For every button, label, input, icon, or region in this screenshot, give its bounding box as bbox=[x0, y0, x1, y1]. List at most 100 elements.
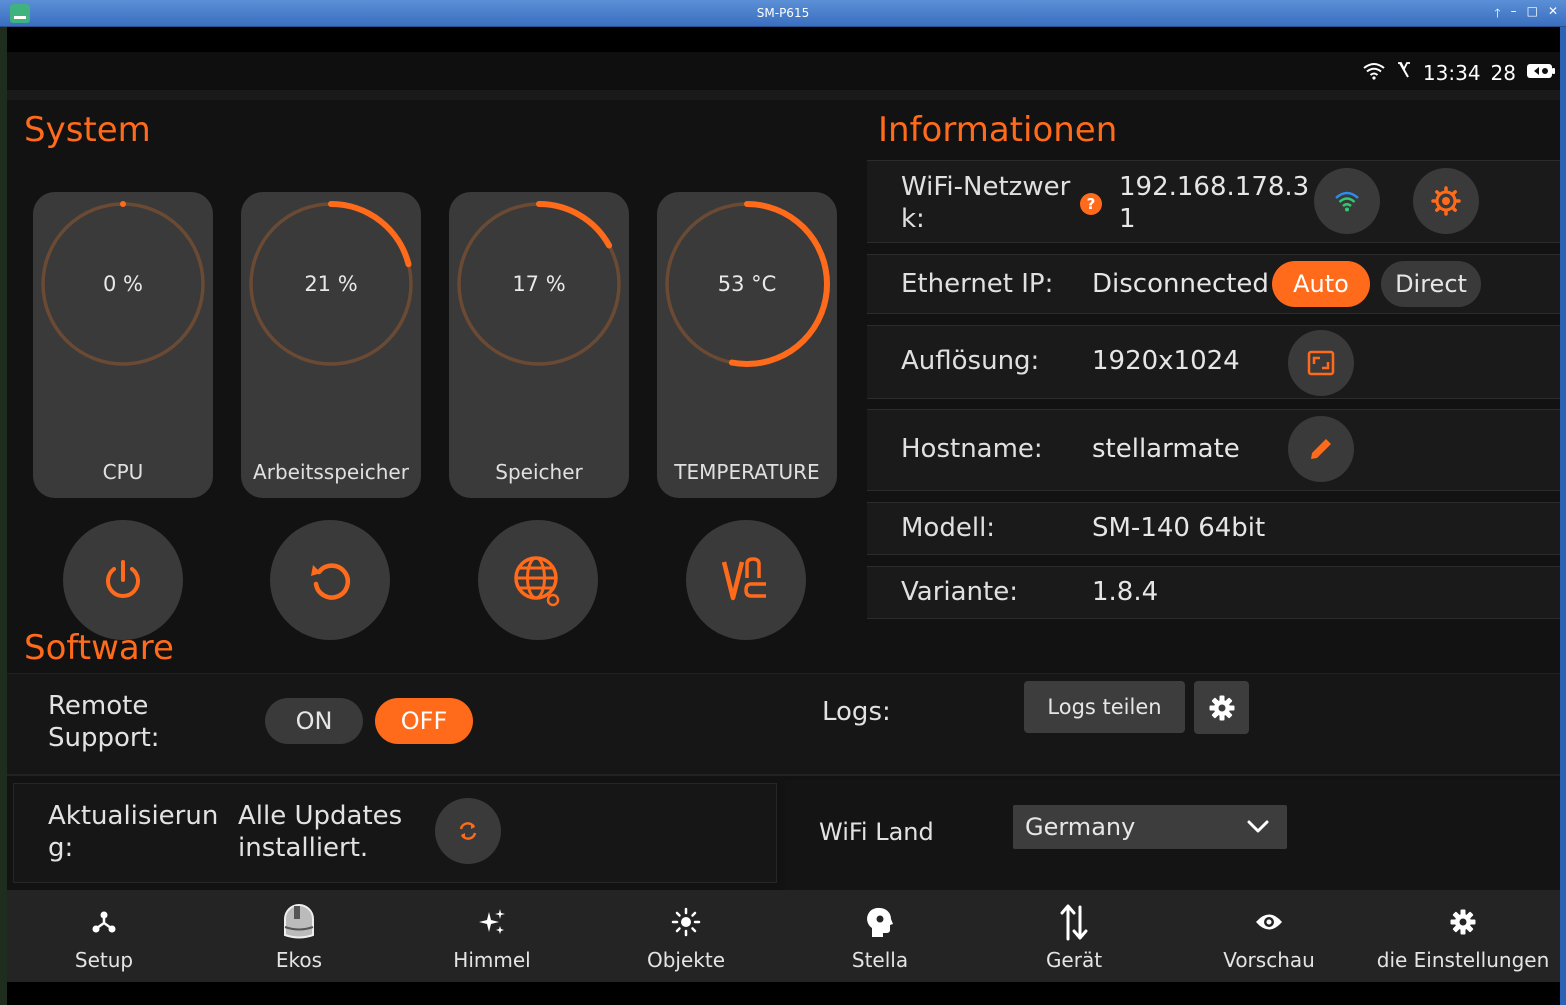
chevron-down-icon bbox=[1247, 820, 1269, 833]
objects-icon bbox=[671, 907, 701, 937]
wifi-country-value: Germany bbox=[1025, 813, 1136, 841]
pencil-icon bbox=[1311, 439, 1331, 459]
nav-sky[interactable]: Himmel bbox=[395, 890, 589, 982]
ethernet-direct-button[interactable]: Direct bbox=[1381, 261, 1481, 307]
cpu-value: 0 % bbox=[103, 272, 143, 296]
gauge-cpu: 0 % CPU bbox=[33, 192, 213, 498]
memory-label: Arbeitsspeicher bbox=[253, 460, 409, 484]
remote-on-button[interactable]: ON bbox=[265, 698, 363, 744]
window-frame-left bbox=[0, 27, 7, 1005]
remote-off-button[interactable]: OFF bbox=[375, 698, 473, 744]
update-label: Aktualisierun g: bbox=[48, 801, 219, 863]
hostname-label: Hostname: bbox=[901, 434, 1043, 464]
nav-stella[interactable]: Stella bbox=[783, 890, 977, 982]
wifi-signal-button[interactable] bbox=[1314, 168, 1380, 234]
storage-value: 17 % bbox=[512, 272, 566, 296]
hostname-row: Hostname: stellarmate bbox=[867, 409, 1560, 491]
resolution-row: Auflösung: 1920x1024 bbox=[867, 325, 1560, 399]
vnc-icon bbox=[721, 557, 766, 601]
refresh-icon bbox=[459, 822, 477, 840]
update-status: Alle Updates installiert. bbox=[238, 801, 403, 863]
dashboard: System 0 % CPU 21 % Arbeitsspeicher 17 %… bbox=[7, 100, 1560, 890]
status-separator bbox=[7, 90, 1560, 100]
vnc-button[interactable] bbox=[686, 520, 806, 640]
storage-label: Speicher bbox=[495, 460, 583, 484]
temperature-label: TEMPERATURE bbox=[674, 460, 820, 484]
nav-device-label: Gerät bbox=[1045, 948, 1103, 972]
info-title: Informationen bbox=[878, 110, 1118, 150]
status-bar: 13:34 28 bbox=[7, 52, 1560, 90]
window-titlebar: SM-P615 🡑 – □ ✕ bbox=[0, 0, 1566, 27]
wifi-status-icon bbox=[1363, 61, 1385, 85]
nav-settings-label: die Einstellungen bbox=[1376, 948, 1550, 972]
wifi-country-select[interactable]: Germany bbox=[1013, 805, 1287, 849]
variant-row: Variante: 1.8.4 bbox=[867, 566, 1560, 619]
device-screen: 13:34 28 System 0 % CPU 21 % Arbeitsspei… bbox=[7, 27, 1560, 1005]
power-button[interactable] bbox=[63, 520, 183, 640]
nav-device[interactable]: Gerät bbox=[977, 890, 1171, 982]
power-icon bbox=[106, 560, 140, 598]
share-logs-button[interactable]: Logs teilen bbox=[1024, 681, 1185, 733]
settings-icon bbox=[1450, 909, 1476, 935]
web-manager-button[interactable] bbox=[478, 520, 598, 640]
memory-value: 21 % bbox=[304, 272, 358, 296]
hostname-edit-button[interactable] bbox=[1288, 416, 1354, 482]
nav-ekos[interactable]: Ekos bbox=[202, 890, 396, 982]
battery-level: 28 bbox=[1490, 60, 1516, 85]
window-pin-button[interactable]: 🡑 bbox=[1494, 4, 1500, 25]
ethernet-row: Ethernet IP: Disconnected Auto Direct bbox=[867, 254, 1560, 314]
ekos-icon bbox=[284, 904, 314, 939]
nav-preview[interactable]: Vorschau bbox=[1172, 890, 1366, 982]
window-maximize-button[interactable]: □ bbox=[1527, 4, 1538, 25]
variant-label: Variante: bbox=[901, 577, 1018, 607]
clock: 13:34 bbox=[1422, 60, 1481, 85]
logs-label: Logs: bbox=[822, 697, 891, 727]
gear-icon bbox=[1209, 695, 1234, 720]
resize-icon bbox=[1307, 350, 1335, 376]
top-black-bar bbox=[7, 27, 1560, 52]
nav-setup[interactable]: Setup bbox=[7, 890, 201, 982]
restart-button[interactable] bbox=[270, 520, 390, 640]
nav-settings[interactable]: die Einstellungen bbox=[1366, 890, 1560, 982]
logs-settings-button[interactable] bbox=[1194, 681, 1249, 734]
window-minimize-button[interactable]: – bbox=[1511, 4, 1517, 25]
wifi-ip-value: 192.168.178.3 1 bbox=[1119, 172, 1310, 234]
cpu-label: CPU bbox=[102, 460, 144, 484]
nav-preview-label: Vorschau bbox=[1223, 948, 1315, 972]
resolution-button[interactable] bbox=[1288, 330, 1354, 396]
preview-icon bbox=[1256, 914, 1282, 930]
brightness-gear-icon bbox=[1431, 186, 1461, 216]
nav-setup-label: Setup bbox=[74, 948, 134, 972]
restart-icon bbox=[311, 563, 351, 600]
gauge-memory: 21 % Arbeitsspeicher bbox=[241, 192, 421, 498]
setup-icon bbox=[92, 911, 116, 933]
sky-icon bbox=[479, 909, 505, 934]
nav-stella-label: Stella bbox=[851, 948, 909, 972]
resolution-label: Auflösung: bbox=[901, 346, 1040, 376]
stella-icon bbox=[867, 907, 893, 937]
wifi-label: WiFi-Netzwer k: bbox=[901, 172, 1071, 234]
ethernet-auto-button[interactable]: Auto bbox=[1272, 261, 1370, 307]
window-controls: 🡑 – □ ✕ bbox=[1494, 4, 1558, 25]
window-close-button[interactable]: ✕ bbox=[1548, 4, 1558, 25]
wifi-country-label: WiFi Land bbox=[819, 818, 934, 846]
remote-support-label: Remote Support: bbox=[48, 691, 160, 753]
nav-ekos-label: Ekos bbox=[275, 948, 323, 972]
check-updates-button[interactable] bbox=[435, 798, 501, 864]
hotspot-settings-button[interactable] bbox=[1413, 168, 1479, 234]
wifi-signal-icon bbox=[1335, 191, 1359, 212]
bottom-black-bar bbox=[7, 982, 1560, 1005]
nav-objects-label: Objekte bbox=[646, 948, 726, 972]
system-title: System bbox=[24, 110, 151, 150]
variant-value: 1.8.4 bbox=[1092, 577, 1159, 607]
wifi-help-icon[interactable]: ? bbox=[1080, 193, 1102, 215]
gauge-temperature: 53 °C TEMPERATURE bbox=[657, 192, 837, 498]
gauge-storage: 17 % Speicher bbox=[449, 192, 629, 498]
window-frame-right bbox=[1560, 27, 1566, 1005]
software-title: Software bbox=[24, 628, 174, 668]
software-row-top bbox=[7, 673, 1560, 776]
vibrate-off-icon bbox=[1395, 60, 1413, 85]
model-value: SM-140 64bit bbox=[1092, 513, 1266, 543]
nav-objects[interactable]: Objekte bbox=[589, 890, 783, 982]
ethernet-label: Ethernet IP: bbox=[901, 269, 1054, 299]
